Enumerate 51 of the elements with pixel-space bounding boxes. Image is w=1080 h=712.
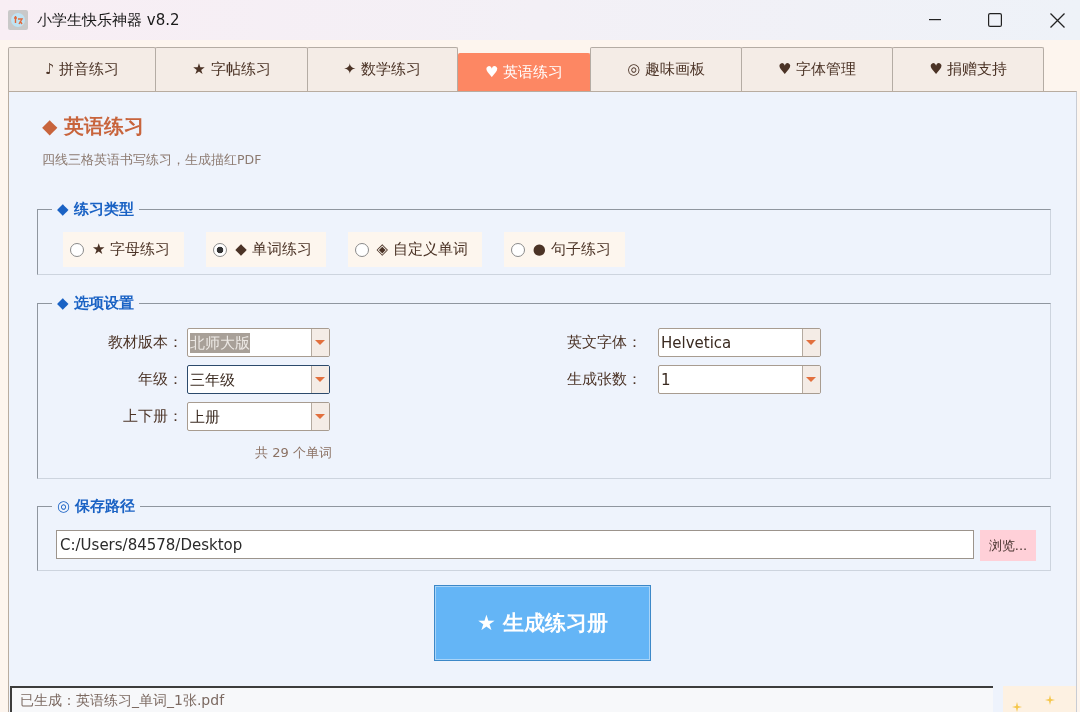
maximize-icon [988, 13, 1002, 27]
field-label: 英文字体： [567, 333, 643, 352]
radio-button[interactable] [70, 242, 84, 257]
app-icon [8, 10, 28, 30]
page-title: ◆ 英语练习 [42, 114, 146, 138]
dropdown-value: 1 [661, 369, 671, 390]
tab[interactable]: ★ 字帖练习 [155, 47, 308, 91]
caret-icon [802, 329, 820, 356]
caret-icon [311, 403, 329, 430]
page-subtitle: 四线三格英语书写练习，生成描红PDF [42, 152, 263, 168]
radio-label: ◈ 自定义单词 [376, 240, 468, 259]
radio-label: ● 句子练习 [532, 240, 611, 259]
radio-button[interactable] [213, 242, 228, 257]
radio-button[interactable] [510, 242, 525, 257]
tab[interactable]: ◎ 趣味画板 [590, 47, 742, 91]
status-text: 已生成：英语练习_单词_1张.pdf [20, 692, 225, 708]
caret-icon [802, 366, 820, 393]
window-title: 小学生快乐神器 v8.2 [37, 10, 180, 30]
caret-icon [311, 366, 329, 393]
radio-option[interactable]: ★ 字母练习 [63, 232, 185, 267]
tab[interactable]: ✦ 数学练习 [306, 47, 458, 91]
radio-option[interactable]: ◈ 自定义单词 [347, 232, 482, 267]
group-title: ◆ 练习类型 [56, 199, 135, 219]
dropdown-value: 三年级 [190, 369, 235, 390]
field-label: 教材版本： [108, 333, 183, 352]
tab[interactable]: ♥ 捐赠支持 [892, 47, 1045, 91]
tab[interactable]: ♥ 字体管理 [741, 47, 894, 91]
dropdown[interactable]: Helvetica [658, 328, 821, 357]
radio-option[interactable]: ◆ 单词练习 [206, 232, 326, 267]
dropdown-value: Helvetica [661, 332, 732, 353]
browse-button[interactable]: 浏览... [980, 530, 1036, 561]
radio-option[interactable]: ● 句子练习 [503, 232, 625, 267]
radio-button[interactable] [354, 242, 369, 257]
minimize-icon [929, 19, 941, 21]
dropdown[interactable]: 1 [658, 365, 821, 394]
dropdown-value: 上册 [190, 406, 220, 427]
group-title: ◆ 选项设置 [56, 293, 135, 313]
dropdown[interactable]: 上册 [187, 402, 330, 431]
group-title: ◎ 保存路径 [56, 496, 137, 516]
field-label: 生成张数： [567, 370, 643, 389]
field-label: 上下册： [123, 407, 183, 426]
radio-label: ◆ 单词练习 [235, 240, 312, 259]
caret-icon [311, 329, 329, 356]
word-count: 共 29 个单词 [255, 445, 332, 460]
dropdown[interactable]: 三年级 [187, 365, 330, 394]
close-icon [1050, 12, 1065, 28]
dropdown-value: 北师大版 [190, 332, 250, 353]
radio-label: ★ 字母练习 [92, 240, 171, 259]
path-input[interactable]: C:/Users/84578/Desktop [56, 530, 974, 559]
tab[interactable]: ♪ 拼音练习 [8, 47, 157, 91]
field-label: 年级： [138, 370, 183, 389]
